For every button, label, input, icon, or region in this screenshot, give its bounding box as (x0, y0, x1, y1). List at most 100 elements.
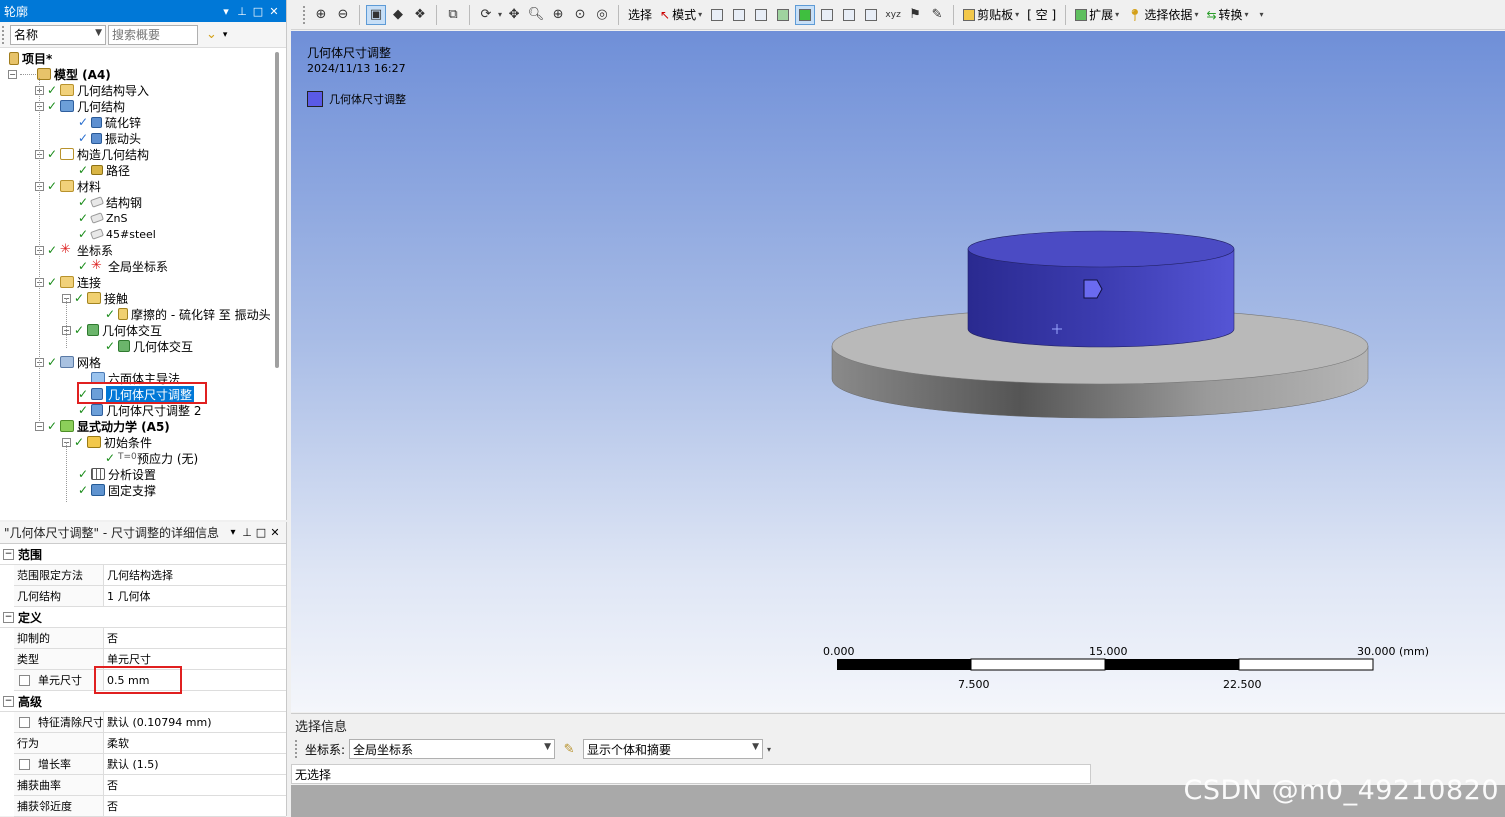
solid-view-icon[interactable]: ◆ (388, 5, 408, 25)
tree-item-coordinate-systems[interactable]: − ✓ ✳ 坐标系 (35, 242, 113, 258)
tree-item-global-coordinate-system[interactable]: ✓ ✳ 全局坐标系 (78, 258, 168, 274)
details-row-element-size[interactable]: 单元尺寸 0.5 mm (14, 666, 286, 694)
tree-item-body-horn[interactable]: ✓ 振动头 (78, 130, 141, 146)
property-value[interactable]: 柔软 (104, 733, 286, 753)
tree-item-body-interaction[interactable]: ✓ 几何体交互 (105, 338, 193, 354)
zoom-icon[interactable]: 🔍︎ (526, 5, 546, 25)
show-all-icon[interactable]: ❖ (410, 5, 430, 25)
maximize-icon[interactable]: □ (254, 526, 268, 539)
outline-search-input[interactable] (108, 24, 198, 45)
coordinate-icon[interactable]: xyz (883, 5, 903, 25)
convert-button[interactable]: ⇆ 转换 ▾ (1203, 6, 1251, 23)
mode-button[interactable]: ↖ 模式 ▾ (657, 6, 705, 23)
tree-item-mesh[interactable]: − ✓ 网格 (35, 354, 101, 370)
tree-item-contact-region[interactable]: ✓ 摩擦的 - 硫化锌 至 振动头 (105, 306, 271, 322)
tree-item-connections[interactable]: − ✓ 连接 (35, 274, 101, 290)
collapse-icon[interactable]: − (3, 611, 14, 623)
zoom-in-icon[interactable]: ⊕ (311, 5, 331, 25)
tree-item-body-zns[interactable]: ✓ 硫化锌 (78, 114, 141, 130)
details-row[interactable]: 特征清除尺寸 默认 (0.10794 mm) (14, 712, 286, 733)
pan-icon[interactable]: ✥ (504, 5, 524, 25)
select-edge-icon[interactable] (729, 5, 749, 25)
maximize-icon[interactable]: □ (250, 5, 266, 18)
property-value[interactable]: 默认 (0.10794 mm) (104, 712, 286, 732)
details-row[interactable]: 捕获曲率 否 (14, 775, 286, 796)
graphics-viewport[interactable]: 几何体尺寸调整 2024/11/13 16:27 几何体尺寸调整 0.000 1… (291, 31, 1505, 712)
select-by-button[interactable]: 📍︎ 选择依据 ▾ (1124, 6, 1201, 23)
select-face-icon[interactable] (751, 5, 771, 25)
chevron-down-icon[interactable]: ▾ (498, 10, 502, 19)
parameter-checkbox[interactable] (19, 716, 30, 728)
zoom-out-icon[interactable]: ⊖ (333, 5, 353, 25)
extend-button[interactable]: 扩展 ▾ (1072, 6, 1122, 23)
close-icon[interactable]: ✕ (268, 526, 282, 539)
tree-item-material-structural-steel[interactable]: ✓ 结构钢 (78, 194, 142, 210)
clipboard-button[interactable]: 剪贴板 ▾ (960, 6, 1022, 23)
details-row[interactable]: 几何结构 1 几何体 (14, 586, 286, 607)
parameter-checkbox[interactable] (19, 758, 30, 770)
toolbar-grip[interactable] (303, 5, 309, 24)
tree-item-contacts[interactable]: − ✓ 接触 (62, 290, 128, 306)
select-body-active-icon[interactable] (795, 4, 816, 25)
details-row[interactable]: 捕获邻近度 否 (14, 796, 286, 817)
body-view-icon[interactable]: ▣ (366, 4, 386, 25)
select-node-icon[interactable] (817, 5, 837, 25)
select-button[interactable]: 选择 (625, 6, 655, 23)
details-section-scope[interactable]: − 范围 (0, 544, 286, 565)
toolbar-overflow-icon[interactable]: ▾ (1260, 10, 1264, 19)
tree-item-geometry[interactable]: − ✓ 几何结构 (35, 98, 125, 114)
dropdown-icon[interactable]: ▾ (226, 527, 240, 538)
select-vertex-icon[interactable] (707, 5, 727, 25)
close-icon[interactable]: ✕ (266, 5, 282, 18)
coordinate-system-select[interactable]: 全局坐标系 ▼ (349, 739, 556, 759)
tree-item-body-sizing-2[interactable]: ✓ 几何体尺寸调整 2 (78, 402, 201, 418)
property-value[interactable]: 默认 (1.5) (104, 754, 286, 774)
select-element-face-icon[interactable] (839, 5, 859, 25)
tree-item-body-interactions[interactable]: − ✓ 几何体交互 (62, 322, 162, 338)
outline-scrollbar[interactable] (274, 50, 282, 500)
tree-item-material-zns[interactable]: ✓ ZnS (78, 210, 128, 226)
toolbar-overflow-icon[interactable]: ▾ (767, 745, 771, 754)
details-row[interactable]: 行为 柔软 (14, 733, 286, 754)
property-value[interactable]: 否 (104, 796, 286, 816)
tree-item-materials[interactable]: − ✓ 材料 (35, 178, 101, 194)
tree-item-fixed-support[interactable]: ✓ 固定支撑 (78, 482, 156, 498)
filter-chevron-icon[interactable]: ⌄ (206, 27, 217, 42)
details-section-definition[interactable]: − 定义 (0, 607, 286, 628)
toolbar-grip[interactable] (2, 25, 8, 44)
tree-item-path[interactable]: ✓ 路径 (78, 162, 130, 178)
tree-item-pre-stress[interactable]: ✓ T=0 预应力 (无) (105, 450, 198, 466)
tree-item-initial-conditions[interactable]: − ✓ 初始条件 (62, 434, 152, 450)
pin-icon[interactable]: ⊥ (240, 526, 254, 539)
pin-icon[interactable]: ⊥ (234, 5, 250, 18)
outline-scrollbar-thumb[interactable] (275, 52, 279, 368)
collapse-icon[interactable]: − (3, 548, 14, 560)
zoom-box-icon[interactable]: ⊕ (548, 5, 568, 25)
collapse-icon[interactable]: − (8, 69, 17, 79)
details-row[interactable]: 范围限定方法 几何结构选择 (14, 565, 286, 586)
details-row[interactable]: 抑制的 否 (14, 628, 286, 649)
tree-item-model[interactable]: − 模型 (A4) (8, 66, 111, 82)
property-value[interactable]: 否 (104, 628, 286, 648)
property-value[interactable]: 几何结构选择 (104, 565, 286, 585)
select-element-icon[interactable] (861, 5, 881, 25)
toolbar-grip[interactable] (295, 740, 301, 758)
property-value[interactable]: 1 几何体 (104, 586, 286, 606)
comment-icon[interactable]: ✎ (927, 5, 947, 25)
dropdown-icon[interactable]: ▾ (218, 5, 234, 18)
tree-item-explicit-dynamics[interactable]: − ✓ 显式动力学 (A5) (35, 418, 170, 434)
tree-item-geometry-import[interactable]: + ✓ 几何结构导入 (35, 82, 149, 98)
magnifier-icon[interactable]: ◎ (592, 5, 612, 25)
parameter-checkbox[interactable] (19, 674, 30, 686)
filter-column-select[interactable]: 名称 ▼ (10, 24, 106, 45)
display-mode-select[interactable]: 显示个体和摘要 ▼ (583, 739, 764, 759)
tree-item-construction-geometry[interactable]: − ✓ 构造几何结构 (35, 146, 149, 162)
model-scene[interactable] (291, 31, 1505, 712)
rotate-icon[interactable]: ⟳ (476, 5, 496, 25)
tree-item-material-45steel[interactable]: ✓ 45#steel (78, 226, 156, 242)
collapse-icon[interactable]: − (3, 695, 14, 707)
tree-item-analysis-settings[interactable]: ✓ 分析设置 (78, 466, 156, 482)
details-section-advanced[interactable]: − 高级 (0, 691, 286, 712)
tree-item-project[interactable]: 项目* (8, 50, 52, 66)
label-icon[interactable]: ⚑ (905, 5, 925, 25)
